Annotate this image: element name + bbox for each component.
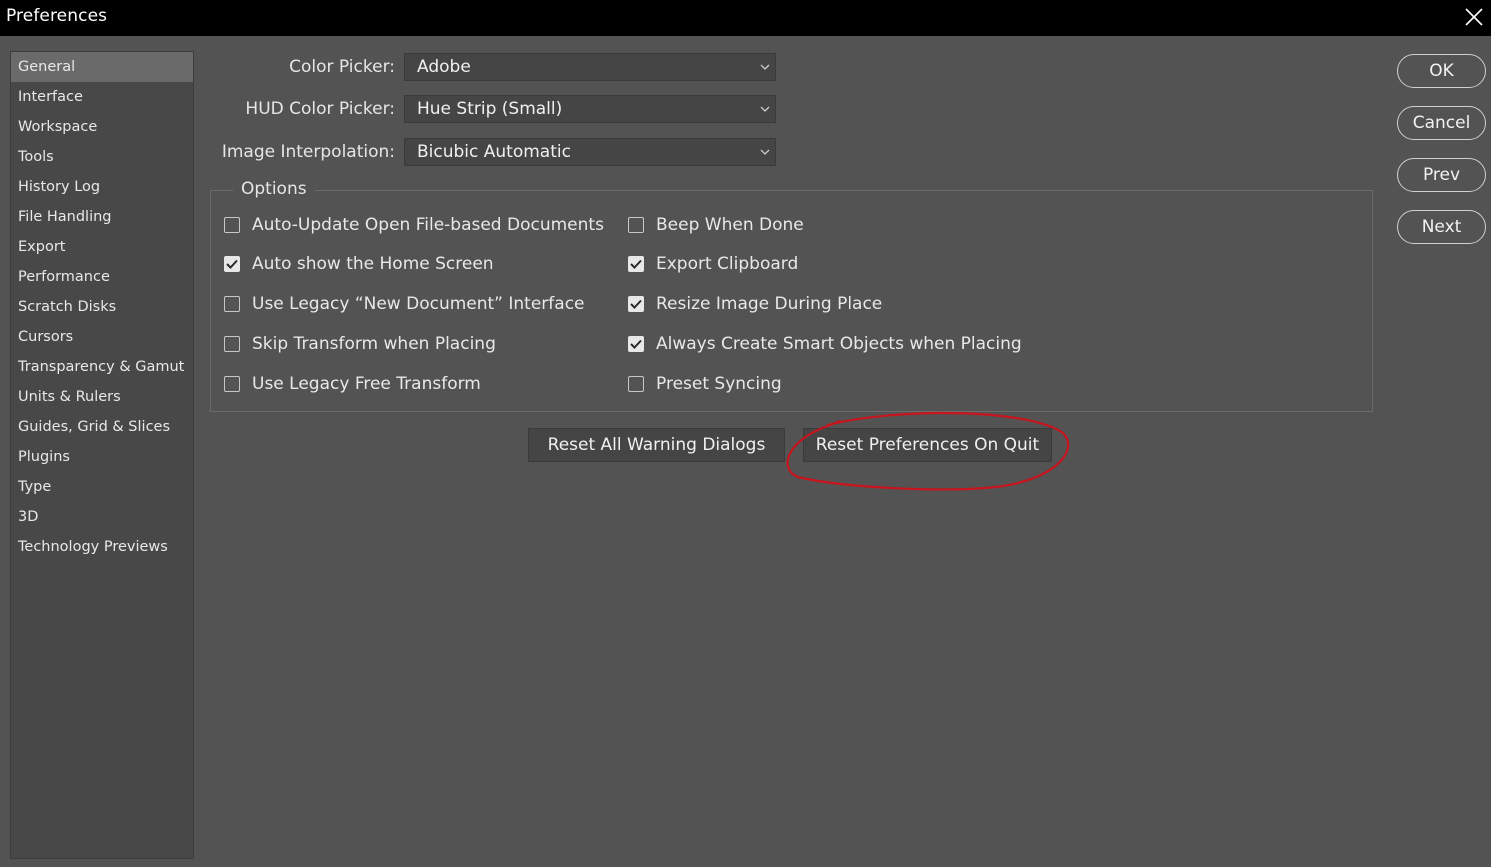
chevron-down-icon: [760, 149, 770, 155]
sidebar-item-3d[interactable]: 3D: [11, 502, 193, 532]
cancel-button[interactable]: Cancel: [1397, 106, 1486, 140]
auto-update-documents-label: Auto-Update Open File-based Documents: [252, 215, 604, 235]
checkbox-box: [224, 336, 240, 352]
export-clipboard-checkbox[interactable]: Export Clipboard: [628, 252, 798, 276]
checkbox-box: [224, 296, 240, 312]
hud-color-picker-label: HUD Color Picker:: [245, 99, 395, 119]
smart-objects-when-placing-label: Always Create Smart Objects when Placing: [656, 334, 1022, 354]
title-bar: Preferences: [0, 0, 1491, 36]
close-icon[interactable]: [1459, 2, 1489, 32]
image-interpolation-select[interactable]: Bicubic Automatic: [404, 138, 776, 166]
reset-preferences-on-quit-button[interactable]: Reset Preferences On Quit: [803, 428, 1052, 462]
sidebar-item-transparency-gamut[interactable]: Transparency & Gamut: [11, 352, 193, 382]
checkmark-icon: [224, 256, 240, 272]
color-picker-label: Color Picker:: [289, 57, 395, 77]
hud-color-picker-value: Hue Strip (Small): [417, 99, 563, 119]
sidebar-item-tools[interactable]: Tools: [11, 142, 193, 172]
checkmark-icon: [628, 296, 644, 312]
smart-objects-when-placing-checkbox[interactable]: Always Create Smart Objects when Placing: [628, 332, 1022, 356]
sidebar-item-scratch-disks[interactable]: Scratch Disks: [11, 292, 193, 322]
checkbox-box: [628, 376, 644, 392]
chevron-down-icon: [760, 106, 770, 112]
skip-transform-label: Skip Transform when Placing: [252, 334, 496, 354]
checkmark-icon: [628, 256, 644, 272]
beep-when-done-checkbox[interactable]: Beep When Done: [628, 213, 804, 237]
preset-syncing-label: Preset Syncing: [656, 374, 782, 394]
sidebar-item-performance[interactable]: Performance: [11, 262, 193, 292]
legacy-new-document-checkbox[interactable]: Use Legacy “New Document” Interface: [224, 292, 585, 316]
preferences-sidebar: General Interface Workspace Tools Histor…: [10, 51, 194, 859]
sidebar-item-plugins[interactable]: Plugins: [11, 442, 193, 472]
legacy-new-document-label: Use Legacy “New Document” Interface: [252, 294, 585, 314]
preset-syncing-checkbox[interactable]: Preset Syncing: [628, 372, 782, 396]
sidebar-item-workspace[interactable]: Workspace: [11, 112, 193, 142]
image-interpolation-row: Image Interpolation: Bicubic Automatic: [210, 138, 780, 168]
image-interpolation-value: Bicubic Automatic: [417, 142, 571, 162]
sidebar-item-cursors[interactable]: Cursors: [11, 322, 193, 352]
sidebar-item-interface[interactable]: Interface: [11, 82, 193, 112]
chevron-down-icon: [760, 64, 770, 70]
color-picker-select[interactable]: Adobe: [404, 53, 776, 81]
beep-when-done-label: Beep When Done: [656, 215, 804, 235]
sidebar-item-guides-grid-slices[interactable]: Guides, Grid & Slices: [11, 412, 193, 442]
auto-update-documents-checkbox[interactable]: Auto-Update Open File-based Documents: [224, 213, 604, 237]
hud-color-picker-select[interactable]: Hue Strip (Small): [404, 95, 776, 123]
export-clipboard-label: Export Clipboard: [656, 254, 799, 274]
sidebar-item-technology-previews[interactable]: Technology Previews: [11, 532, 193, 562]
checkmark-icon: [628, 336, 644, 352]
resize-image-during-place-label: Resize Image During Place: [656, 294, 883, 314]
resize-image-during-place-checkbox[interactable]: Resize Image During Place: [628, 292, 882, 316]
next-button[interactable]: Next: [1397, 210, 1486, 244]
ok-button[interactable]: OK: [1397, 54, 1486, 88]
checkbox-box: [224, 376, 240, 392]
sidebar-item-export[interactable]: Export: [11, 232, 193, 262]
color-picker-row: Color Picker: Adobe: [210, 53, 780, 83]
auto-show-home-screen-label: Auto show the Home Screen: [252, 254, 494, 274]
sidebar-item-units-rulers[interactable]: Units & Rulers: [11, 382, 193, 412]
sidebar-item-history-log[interactable]: History Log: [11, 172, 193, 202]
skip-transform-checkbox[interactable]: Skip Transform when Placing: [224, 332, 496, 356]
sidebar-item-general[interactable]: General: [11, 52, 193, 82]
checkbox-box: [628, 217, 644, 233]
window-title: Preferences: [6, 6, 108, 26]
legacy-free-transform-checkbox[interactable]: Use Legacy Free Transform: [224, 372, 481, 396]
image-interpolation-label: Image Interpolation:: [221, 142, 395, 162]
hud-color-picker-row: HUD Color Picker: Hue Strip (Small): [210, 95, 780, 125]
legacy-free-transform-label: Use Legacy Free Transform: [252, 374, 481, 394]
options-legend: Options: [233, 179, 315, 199]
prev-button[interactable]: Prev: [1397, 158, 1486, 192]
reset-warning-dialogs-button[interactable]: Reset All Warning Dialogs: [528, 428, 785, 462]
sidebar-item-type[interactable]: Type: [11, 472, 193, 502]
checkbox-box: [224, 217, 240, 233]
color-picker-value: Adobe: [417, 57, 471, 77]
sidebar-item-file-handling[interactable]: File Handling: [11, 202, 193, 232]
auto-show-home-screen-checkbox[interactable]: Auto show the Home Screen: [224, 252, 494, 276]
